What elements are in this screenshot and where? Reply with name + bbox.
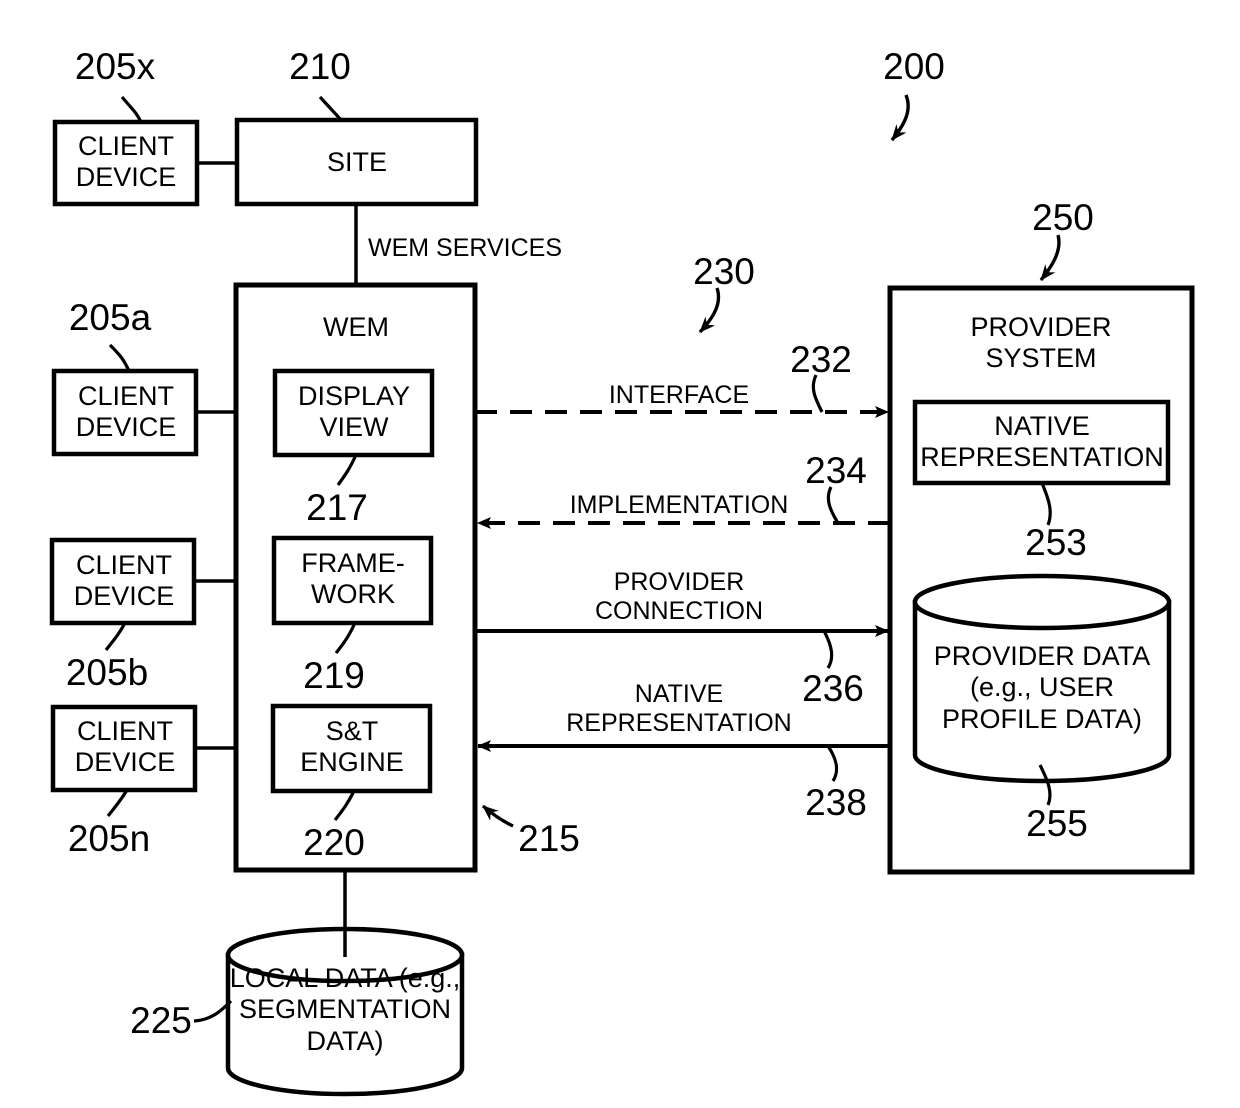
ref-215: 215 — [518, 818, 580, 859]
provider-connection-label: PROVIDER CONNECTION — [594, 568, 764, 625]
lead-250 — [1039, 234, 1061, 282]
ref-250: 250 — [1032, 197, 1094, 238]
wem-label: WEM — [323, 312, 389, 342]
ref-232: 232 — [790, 339, 852, 380]
framework-label: FRAME- WORK — [301, 548, 405, 610]
local-data-label: LOCAL DATA (e.g., SEGMENTATION DATA) — [229, 963, 461, 1056]
client-device-b-label: CLIENT DEVICE — [73, 550, 175, 612]
ref-205n: 205n — [67, 818, 151, 859]
ref-205x: 205x — [74, 46, 156, 87]
ref-200: 200 — [883, 46, 945, 87]
lead-238 — [826, 745, 839, 782]
ref-205b: 205b — [65, 652, 149, 693]
implementation-label: IMPLEMENTATION — [569, 491, 789, 519]
patent-figure: 205x 210 200 250 230 205a 232 217 234 25… — [0, 0, 1240, 1108]
ref-219: 219 — [303, 655, 365, 696]
lead-200 — [890, 94, 910, 142]
ref-220: 220 — [303, 822, 365, 863]
client-device-a-label: CLIENT DEVICE — [75, 381, 177, 443]
ref-255: 255 — [1026, 803, 1088, 844]
interface-label: INTERFACE — [608, 381, 750, 409]
provider-system-label: PROVIDER SYSTEM — [970, 312, 1112, 374]
lead-236 — [822, 630, 834, 669]
lead-230 — [698, 287, 721, 334]
native-representation-label: NATIVE REPRESENTATION — [920, 411, 1164, 473]
lead-210 — [318, 95, 343, 122]
st-engine-label: S&T ENGINE — [300, 716, 404, 778]
ref-205a: 205a — [68, 297, 152, 338]
lead-205a — [108, 343, 131, 372]
client-device-x-label: CLIENT DEVICE — [75, 131, 177, 193]
wem-services-label: WEM SERVICES — [368, 234, 563, 262]
lead-215 — [481, 804, 514, 828]
ref-234: 234 — [805, 450, 867, 491]
ref-210: 210 — [289, 46, 351, 87]
display-view-label: DISPLAY VIEW — [297, 381, 411, 443]
ref-225: 225 — [130, 1000, 192, 1041]
client-device-n-label: CLIENT DEVICE — [74, 716, 176, 778]
provider-data-label: PROVIDER DATA (e.g., USER PROFILE DATA) — [933, 641, 1151, 734]
ref-253: 253 — [1025, 522, 1087, 563]
ref-230: 230 — [693, 251, 755, 292]
site-label: SITE — [326, 147, 387, 177]
ref-217: 217 — [306, 487, 368, 528]
lead-205b — [104, 622, 127, 651]
lead-205x — [120, 95, 143, 123]
native-representation-connection-label: NATIVE REPRESENTATION — [566, 680, 792, 737]
ref-238: 238 — [805, 782, 867, 823]
lead-205n — [106, 789, 129, 817]
